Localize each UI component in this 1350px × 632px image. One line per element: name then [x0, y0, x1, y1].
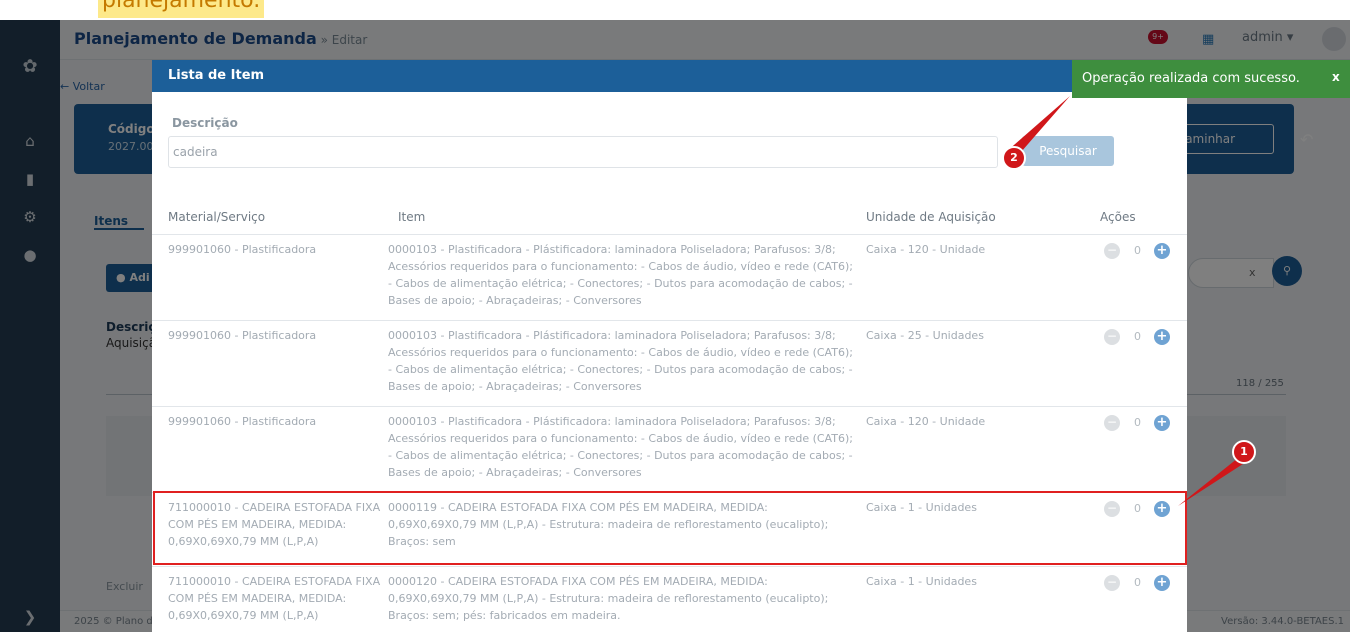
- callout-badge-2: 2: [1002, 146, 1026, 170]
- callout-arrows: [1006, 96, 1246, 506]
- callout-badge-1: 1: [1232, 440, 1256, 464]
- callout-arrow-1: [1178, 458, 1246, 506]
